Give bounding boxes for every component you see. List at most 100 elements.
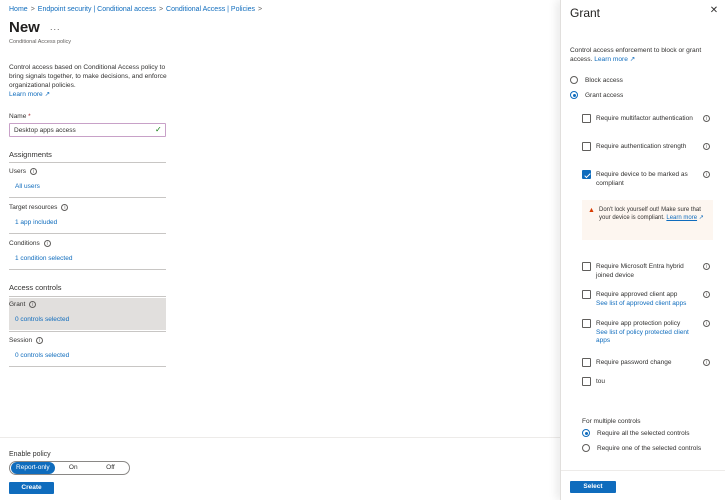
breadcrumb-separator: > [30,6,35,13]
toggle-on[interactable]: On [55,462,92,474]
divider [9,233,166,234]
info-icon[interactable]: i [29,168,37,175]
info-icon[interactable]: i [703,263,710,270]
info-icon[interactable]: i [703,291,710,298]
protected-apps-link[interactable]: See list of policy protected client apps [596,329,696,346]
approved-client-app-checkbox[interactable] [582,290,591,299]
lockout-warning: ▲ Don't lock yourself out! Make sure tha… [582,200,713,240]
breadcrumb-endpoint-security[interactable]: Endpoint security | Conditional access [38,6,156,13]
toggle-off[interactable]: Off [92,462,129,474]
learn-more-link[interactable]: Learn more [9,91,43,98]
require-one-radio[interactable] [582,444,590,452]
policy-name-input[interactable] [9,123,166,137]
assignments-heading: Assignments [9,150,52,159]
info-icon[interactable]: i [29,301,37,308]
policy-editor: Home > Endpoint security | Conditional acc… [0,0,560,500]
info-icon[interactable]: i [43,240,51,247]
info-icon[interactable]: i [703,320,710,327]
divider [9,366,166,367]
select-button[interactable]: Select [570,481,616,493]
name-label: Name * [9,113,31,120]
external-link-icon: ↗ [697,215,704,221]
breadcrumb-separator: > [258,6,263,13]
users-value-link[interactable]: All users [15,183,40,190]
footer-divider [0,437,560,438]
breadcrumb-home[interactable]: Home [9,6,28,13]
block-access-radio[interactable] [570,76,578,84]
auth-strength-checkbox[interactable] [582,142,591,151]
divider [9,269,166,270]
info-icon[interactable]: i [61,204,69,211]
divider [9,162,166,163]
breadcrumb-separator: > [158,6,164,13]
grant-panel: Grant ✕ Control access enforcement to bl… [560,0,725,500]
app-protection-text: Require app protection policy [596,320,681,327]
page-subtitle: Conditional Access policy [9,39,72,45]
warning-icon: ▲ [588,207,595,214]
divider [9,296,166,297]
grant-access-label: Grant access [585,92,624,99]
panel-footer-divider [561,470,725,471]
conditions-label: Conditions i [9,240,51,247]
block-access-label: Block access [585,77,623,84]
hybrid-joined-label: Require Microsoft Entra hybrid joined de… [596,263,684,279]
intro-description: Control access based on Conditional Acce… [9,64,167,89]
breadcrumb-policies[interactable]: Conditional Access | Policies [166,6,255,13]
app-protection-label: Require app protection policy See list o… [596,320,696,346]
conditions-value-link[interactable]: 1 condition selected [15,255,72,262]
compliant-device-label: Require device to be marked as compliant [596,171,688,187]
session-label-text: Session [9,337,33,345]
external-link-icon: ↗ [627,56,636,63]
info-icon[interactable]: i [703,143,710,150]
compliant-device-checkbox[interactable] [582,170,591,179]
create-button[interactable]: Create [9,482,54,494]
intro-text: Control access based on Conditional Acce… [9,63,169,99]
toggle-report-only[interactable]: Report-only [11,462,55,474]
approved-client-app-label: Require approved client app See list of … [596,291,696,308]
panel-learn-more-link[interactable]: Learn more [594,56,628,63]
divider [9,331,166,332]
target-resources-value-link[interactable]: 1 app included [15,219,57,226]
require-all-radio[interactable] [582,429,590,437]
enable-policy-label: Enable policy [9,451,51,458]
name-label-text: Name [9,113,27,120]
require-one-label: Require one of the selected controls [597,445,702,452]
users-label: Users i [9,168,37,175]
info-icon[interactable]: i [703,359,710,366]
users-label-text: Users [9,168,26,176]
info-icon[interactable]: i [36,337,44,344]
close-icon[interactable]: ✕ [709,6,719,16]
mfa-label: Require multifactor authentication [596,115,693,122]
grant-access-radio[interactable] [570,91,578,99]
access-controls-heading: Access controls [9,283,62,292]
panel-title: Grant [570,6,601,20]
enable-policy-toggle[interactable]: Report-only On Off [9,461,130,475]
valid-check-icon: ✓ [155,125,162,134]
warning-text: Don't lock yourself out! Make sure that … [599,206,711,222]
session-value-link[interactable]: 0 controls selected [15,352,69,359]
more-options-button[interactable]: ... [50,22,61,32]
info-icon[interactable]: i [703,171,710,178]
target-resources-label: Target resources i [9,204,69,212]
breadcrumb: Home > Endpoint security | Conditional acc… [9,6,265,13]
approved-client-app-text: Require approved client app [596,291,678,298]
password-change-checkbox[interactable] [582,358,591,367]
tou-checkbox[interactable] [582,377,591,386]
approved-apps-link[interactable]: See list of approved client apps [596,300,696,309]
panel-intro-text: Control access enforcement to block or g… [570,47,702,63]
page-title: New [9,19,40,36]
multiple-controls-label: For multiple controls [582,418,641,425]
mfa-checkbox[interactable] [582,114,591,123]
conditions-label-text: Conditions [9,240,40,248]
grant-value-link[interactable]: 0 controls selected [15,316,69,323]
session-label: Session i [9,337,44,345]
hybrid-joined-checkbox[interactable] [582,262,591,271]
warning-learn-more-link[interactable]: Learn more [666,215,697,221]
info-icon[interactable]: i [703,115,710,122]
grant-label: Grant i [9,301,37,309]
tou-label: tou [596,378,606,385]
password-change-label: Require password change [596,359,672,366]
app-protection-checkbox[interactable] [582,319,591,328]
target-resources-label-text: Target resources [9,204,58,212]
grant-label-text: Grant [9,301,26,309]
